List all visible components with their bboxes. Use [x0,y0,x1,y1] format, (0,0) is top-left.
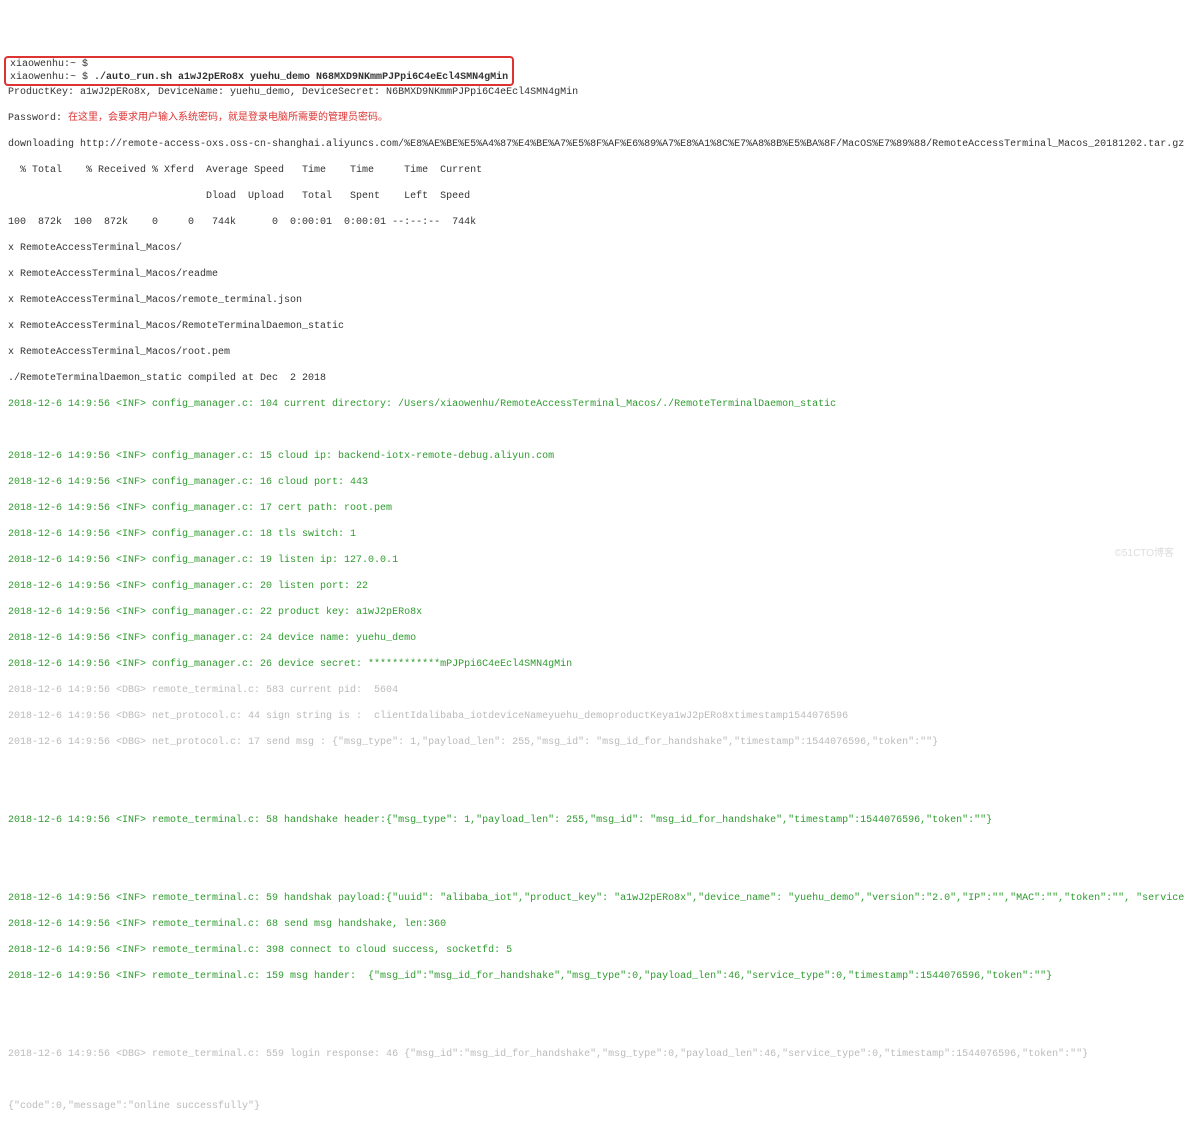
prompt: xiaowenhu:~ $ [10,59,94,70]
log-inf: 2018-12-6 14:9:56 <INF> config_manager.c… [8,502,1176,515]
blank-line [8,840,1176,853]
log-inf: 2018-12-6 14:9:56 <INF> remote_terminal.… [8,892,1176,905]
log-inf: 2018-12-6 14:9:56 <INF> config_manager.c… [8,528,1176,541]
log-json: {"code":0,"message":"online successfully… [8,1100,1176,1113]
blank-line [8,762,1176,775]
blank-line [8,424,1176,437]
tar-line: x RemoteAccessTerminal_Macos/ [8,242,1176,255]
log-inf: 2018-12-6 14:9:56 <INF> config_manager.c… [8,398,1176,411]
curl-row: 100 872k 100 872k 0 0 744k 0 0:00:01 0:0… [8,216,1176,229]
log-inf: 2018-12-6 14:9:56 <INF> config_manager.c… [8,632,1176,645]
log-inf: 2018-12-6 14:9:56 <INF> config_manager.c… [8,450,1176,463]
blank-line [8,866,1176,879]
log-dbg: 2018-12-6 14:9:56 <DBG> net_protocol.c: … [8,736,1176,749]
output-line: ./RemoteTerminalDaemon_static compiled a… [8,372,1176,385]
log-inf: 2018-12-6 14:9:56 <INF> remote_terminal.… [8,944,1176,957]
log-inf: 2018-12-6 14:9:56 <INF> config_manager.c… [8,658,1176,671]
curl-header: Dload Upload Total Spent Left Speed [8,190,1176,203]
log-inf: 2018-12-6 14:9:56 <INF> remote_terminal.… [8,814,1176,827]
watermark: ©51CTO博客 [1115,547,1174,560]
log-dbg: 2018-12-6 14:9:56 <DBG> remote_terminal.… [8,684,1176,697]
log-dbg: 2018-12-6 14:9:56 <DBG> remote_terminal.… [8,1048,1176,1061]
log-inf: 2018-12-6 14:9:56 <INF> config_manager.c… [8,606,1176,619]
log-inf: 2018-12-6 14:9:56 <INF> remote_terminal.… [8,970,1176,983]
tar-line: x RemoteAccessTerminal_Macos/root.pem [8,346,1176,359]
tar-line: x RemoteAccessTerminal_Macos/RemoteTermi… [8,320,1176,333]
blank-line [8,1022,1176,1035]
blank-line [8,996,1176,1009]
output-line: Password: 在这里，会要求用户输入系统密码，就是登录电脑所需要的管理员密… [8,112,1176,125]
log-inf: 2018-12-6 14:9:56 <INF> remote_terminal.… [8,918,1176,931]
command-text: ./auto_run.sh a1wJ2pERo8x yuehu_demo N68… [94,72,508,83]
tar-line: x RemoteAccessTerminal_Macos/remote_term… [8,294,1176,307]
log-inf: 2018-12-6 14:9:56 <INF> config_manager.c… [8,554,1176,567]
curl-header: % Total % Received % Xferd Average Speed… [8,164,1176,177]
log-dbg: 2018-12-6 14:9:56 <DBG> net_protocol.c: … [8,710,1176,723]
highlighted-command: xiaowenhu:~ $ xiaowenhu:~ $ ./auto_run.s… [4,56,514,86]
tar-line: x RemoteAccessTerminal_Macos/readme [8,268,1176,281]
log-inf: 2018-12-6 14:9:56 <INF> config_manager.c… [8,476,1176,489]
annotation-text: 在这里，会要求用户输入系统密码，就是登录电脑所需要的管理员密码。 [68,113,388,124]
prompt: xiaowenhu:~ $ [10,72,94,83]
log-inf: 2018-12-6 14:9:56 <INF> config_manager.c… [8,580,1176,593]
password-label: Password: [8,113,68,124]
output-line: ProductKey: a1wJ2pERo8x, DeviceName: yue… [8,86,1176,99]
blank-line [8,1074,1176,1087]
output-line: downloading http://remote-access-oxs.oss… [8,138,1176,151]
blank-line [8,788,1176,801]
